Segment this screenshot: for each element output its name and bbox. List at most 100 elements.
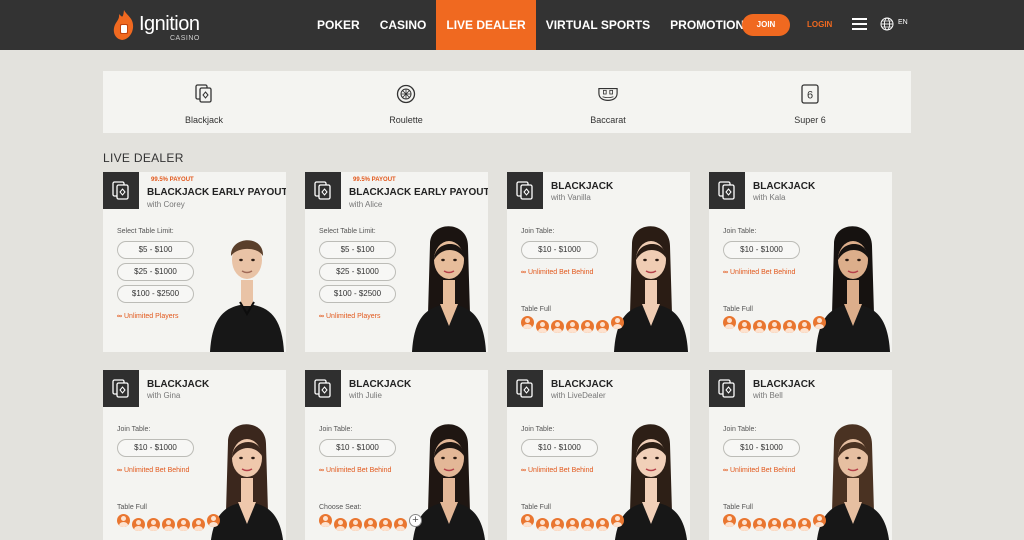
brand-sub: CASINO bbox=[170, 35, 200, 42]
game-card[interactable]: BLACKJACK with Bell Join Table: $10 - $1000… bbox=[709, 370, 892, 540]
table-limit-button[interactable]: $10 - $1000 bbox=[723, 241, 800, 259]
seat-status-label: Table Full bbox=[117, 504, 147, 511]
game-card[interactable]: 99.5% PAYOUT BLACKJACK EARLY PAYOUT with A… bbox=[305, 172, 488, 352]
seat-avatar-icon bbox=[596, 518, 609, 531]
nav-casino[interactable]: CASINO bbox=[370, 0, 437, 50]
table-perk: ∞ Unlimited Bet Behind bbox=[521, 269, 593, 276]
table-limit-button[interactable]: $25 - $1000 bbox=[319, 263, 396, 281]
table-limit-label: Join Table: bbox=[521, 228, 555, 235]
category-blackjack[interactable]: Blackjack bbox=[103, 71, 305, 133]
table-limit-button[interactable]: $5 - $100 bbox=[319, 241, 396, 259]
table-perk: ∞ Unlimited Bet Behind bbox=[521, 467, 593, 474]
seat-avatar-icon bbox=[611, 316, 624, 329]
category-bar: Blackjack Roulette Baccarat 6 Super 6 bbox=[103, 71, 911, 133]
game-title: BLACKJACK EARLY PAYOUT bbox=[349, 187, 488, 198]
category-baccarat[interactable]: Baccarat bbox=[507, 71, 709, 133]
nav-live-dealer[interactable]: LIVE DEALER bbox=[436, 0, 536, 50]
seat-status-label: Table Full bbox=[521, 504, 551, 511]
dealer-photo bbox=[210, 240, 284, 352]
table-perk: ∞ Unlimited Bet Behind bbox=[723, 269, 795, 276]
payout-badge: 99.5% PAYOUT bbox=[151, 177, 194, 183]
dealer-name: with Alice bbox=[349, 200, 383, 209]
seat-avatar-icon bbox=[611, 514, 624, 527]
globe-icon[interactable] bbox=[880, 17, 894, 31]
seat-row bbox=[521, 514, 626, 531]
seat-avatar-icon bbox=[147, 518, 160, 531]
nav-poker[interactable]: POKER bbox=[307, 0, 370, 50]
game-card[interactable]: BLACKJACK with Vanilla Join Table: $10 - $1… bbox=[507, 172, 690, 352]
table-limit-button[interactable]: $10 - $1000 bbox=[521, 439, 598, 457]
blackjack-cards-icon bbox=[305, 370, 341, 407]
perk-label: Unlimited Bet Behind bbox=[528, 467, 594, 474]
menu-icon[interactable] bbox=[852, 18, 867, 30]
table-limit-label: Join Table: bbox=[723, 426, 757, 433]
seat-avatar-icon[interactable] bbox=[394, 518, 407, 531]
table-limit-button[interactable]: $5 - $100 bbox=[117, 241, 194, 259]
nav-virtual-sports[interactable]: VIRTUAL SPORTS bbox=[536, 0, 660, 50]
blackjack-cards-icon bbox=[103, 172, 139, 209]
seat-avatar-icon bbox=[723, 316, 736, 329]
seat-row bbox=[117, 514, 222, 531]
table-perk: ∞ Unlimited Bet Behind bbox=[723, 467, 795, 474]
seat-avatar-icon[interactable] bbox=[319, 514, 332, 527]
table-limit-button[interactable]: $10 - $1000 bbox=[521, 241, 598, 259]
infinity-icon: ∞ bbox=[117, 313, 122, 320]
perk-label: Unlimited Bet Behind bbox=[730, 467, 796, 474]
table-perk: ∞ Unlimited Bet Behind bbox=[117, 467, 189, 474]
table-limit-button[interactable]: $10 - $1000 bbox=[723, 439, 800, 457]
table-limit-label: Join Table: bbox=[723, 228, 757, 235]
table-limit-label: Join Table: bbox=[117, 426, 151, 433]
table-limit-button[interactable]: $10 - $1000 bbox=[117, 439, 194, 457]
seat-avatar-icon[interactable] bbox=[379, 518, 392, 531]
login-button[interactable]: LOGIN bbox=[807, 14, 832, 36]
language-selector[interactable]: EN bbox=[898, 19, 908, 26]
seat-avatar-icon bbox=[738, 320, 751, 333]
seat-avatar-icon bbox=[753, 320, 766, 333]
seat-avatar-icon bbox=[783, 518, 796, 531]
seat-avatar-icon bbox=[596, 320, 609, 333]
game-card[interactable]: BLACKJACK with LiveDealer Join Table: $10 -… bbox=[507, 370, 690, 540]
table-perk: ∞ Unlimited Bet Behind bbox=[319, 467, 391, 474]
table-limit-label: Select Table Limit: bbox=[319, 228, 376, 235]
table-limit-button[interactable]: $25 - $1000 bbox=[117, 263, 194, 281]
category-super-6[interactable]: 6 Super 6 bbox=[709, 71, 911, 133]
dealer-name: with Julie bbox=[349, 391, 382, 400]
table-limit-button[interactable]: $100 - $2500 bbox=[319, 285, 396, 303]
baccarat-table-icon bbox=[598, 83, 618, 105]
table-limit-button[interactable]: $100 - $2500 bbox=[117, 285, 194, 303]
dealer-name: with Corey bbox=[147, 200, 185, 209]
join-button[interactable]: JOIN bbox=[742, 14, 790, 36]
seat-avatar-icon bbox=[551, 518, 564, 531]
game-title: BLACKJACK bbox=[147, 379, 210, 390]
seat-avatar-icon[interactable] bbox=[334, 518, 347, 531]
game-card[interactable]: BLACKJACK with Gina Join Table: $10 - $1000… bbox=[103, 370, 286, 540]
seat-avatar-icon[interactable] bbox=[349, 518, 362, 531]
flame-logo-icon bbox=[113, 10, 134, 40]
seat-avatar-icon bbox=[566, 320, 579, 333]
category-label: Blackjack bbox=[184, 115, 223, 125]
game-card[interactable]: BLACKJACK with Julie Join Table: $10 - $100… bbox=[305, 370, 488, 540]
game-card[interactable]: 99.5% PAYOUT BLACKJACK EARLY PAYOUT with C… bbox=[103, 172, 286, 352]
ignition-logo[interactable]: Ignition CASINO bbox=[112, 8, 212, 44]
dealer-name: with Bell bbox=[753, 391, 783, 400]
seat-row bbox=[521, 316, 626, 333]
add-seat-icon[interactable]: + bbox=[409, 514, 422, 527]
game-card[interactable]: BLACKJACK with Kala Join Table: $10 - $1000… bbox=[709, 172, 892, 352]
infinity-icon: ∞ bbox=[723, 467, 728, 474]
cards-icon bbox=[194, 83, 214, 105]
table-limit-button[interactable]: $10 - $1000 bbox=[319, 439, 396, 457]
dealer-name: with Gina bbox=[147, 391, 181, 400]
seat-avatar-icon bbox=[207, 514, 220, 527]
dealer-name: with Kala bbox=[753, 193, 786, 202]
game-title: BLACKJACK bbox=[349, 379, 412, 390]
blackjack-cards-icon bbox=[709, 370, 745, 407]
table-limit-label: Select Table Limit: bbox=[117, 228, 174, 235]
game-title: BLACKJACK bbox=[551, 379, 614, 390]
category-roulette[interactable]: Roulette bbox=[305, 71, 507, 133]
seat-avatar-icon bbox=[536, 320, 549, 333]
seat-avatar-icon bbox=[753, 518, 766, 531]
perk-label: Unlimited Bet Behind bbox=[124, 467, 190, 474]
infinity-icon: ∞ bbox=[723, 269, 728, 276]
seat-avatar-icon[interactable] bbox=[364, 518, 377, 531]
seat-avatar-icon bbox=[768, 320, 781, 333]
